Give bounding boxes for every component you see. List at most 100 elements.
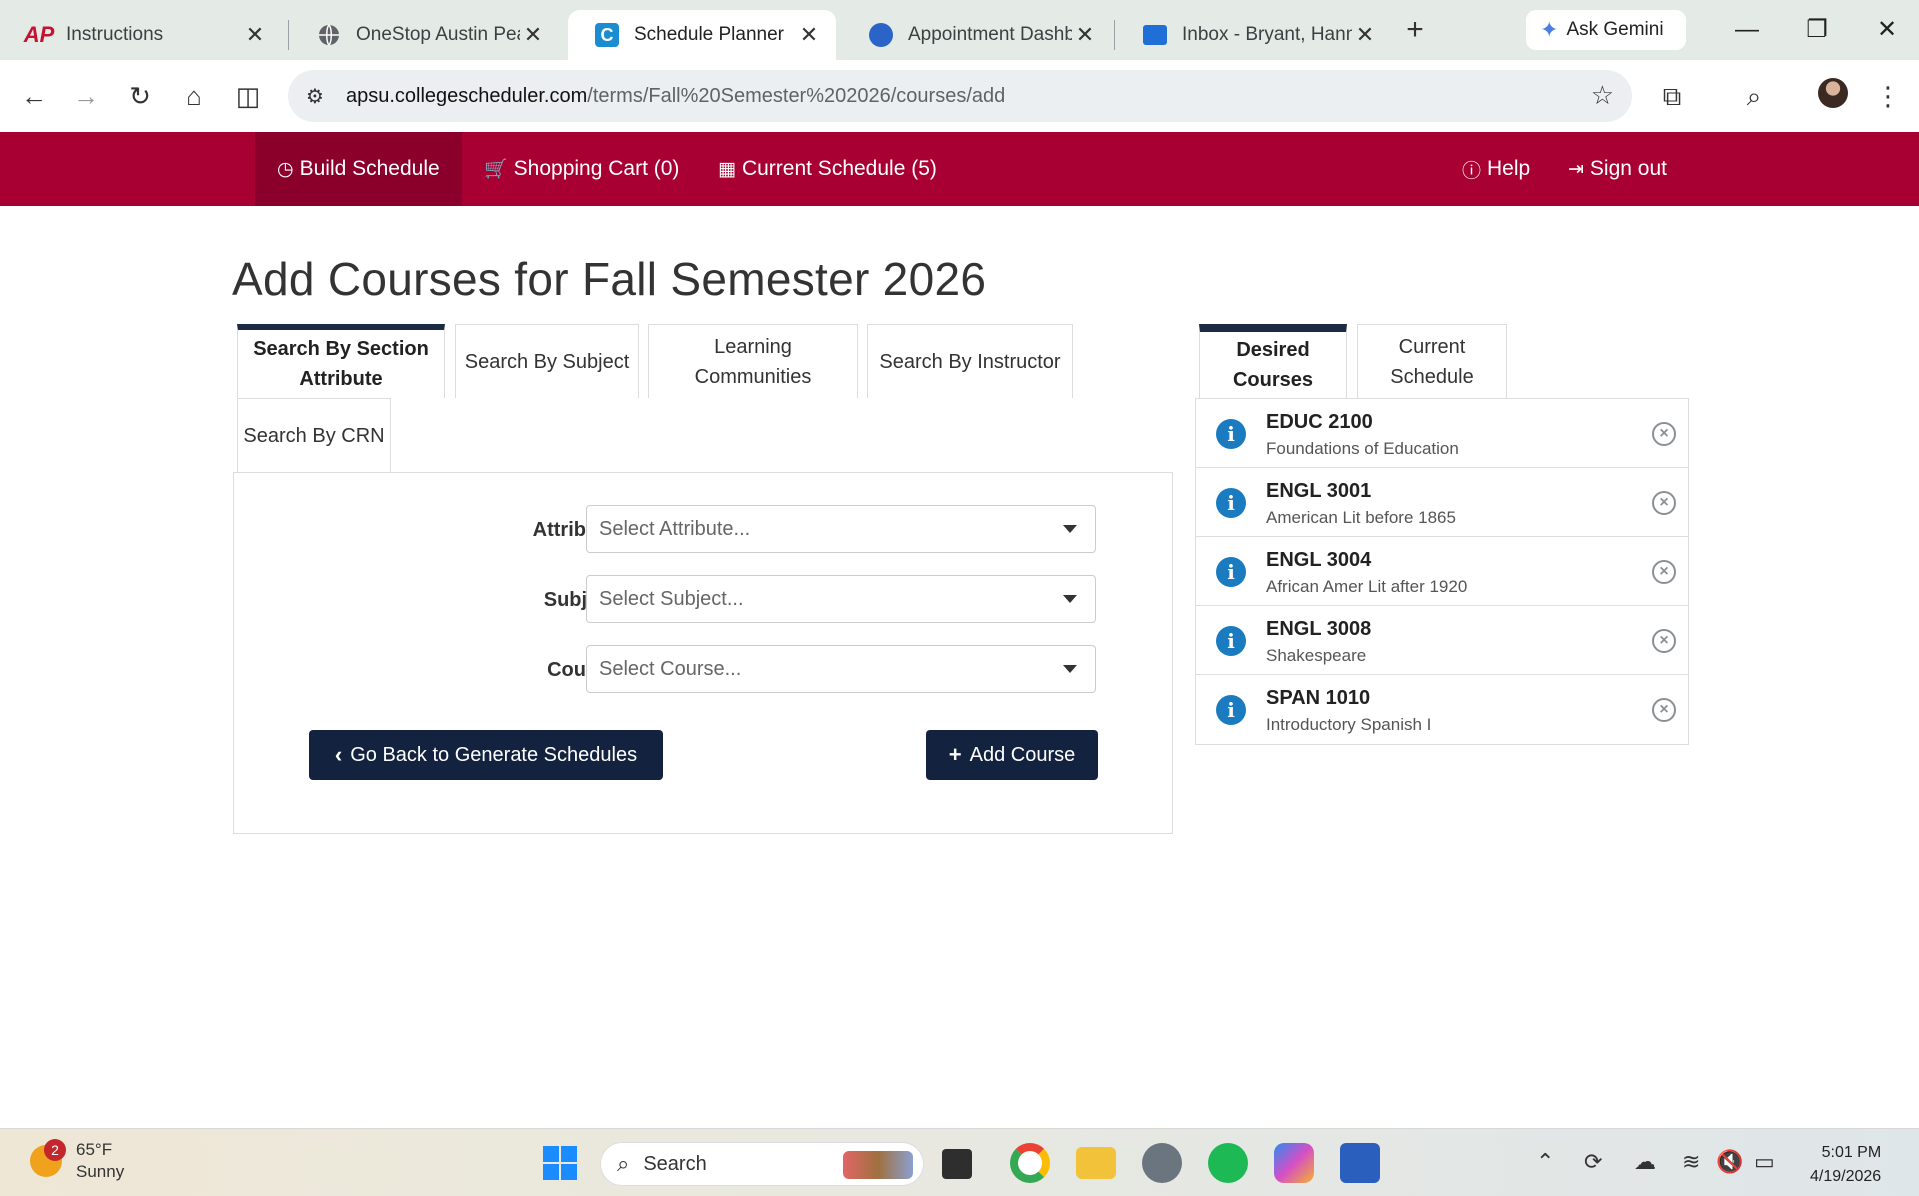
- search-icon: ⌕: [617, 1151, 630, 1176]
- ask-gemini-button[interactable]: ✦ Ask Gemini: [1526, 10, 1686, 50]
- back-arrow-icon[interactable]: ←: [14, 76, 54, 116]
- close-tab-icon[interactable]: ✕: [1072, 22, 1098, 48]
- battery-icon[interactable]: ▭: [1754, 1149, 1775, 1175]
- cloud-icon[interactable]: ☁: [1634, 1149, 1656, 1175]
- copilot-icon[interactable]: [1274, 1143, 1314, 1183]
- windows-start-icon[interactable]: [540, 1143, 580, 1183]
- chevron-left-icon: ‹: [334, 742, 343, 767]
- cart-icon: 🛒: [484, 159, 508, 180]
- chevron-up-icon[interactable]: ⌃: [1536, 1149, 1554, 1175]
- task-view-icon[interactable]: [942, 1149, 972, 1179]
- remove-circle-icon[interactable]: ×: [1652, 422, 1676, 446]
- close-tab-icon[interactable]: ✕: [520, 22, 546, 48]
- add-course-button[interactable]: + Add Course: [926, 730, 1098, 780]
- chrome-icon[interactable]: [1010, 1143, 1050, 1183]
- list-item: i SPAN 1010 Introductory Spanish I ×: [1196, 675, 1688, 744]
- page-title: Add Courses for Fall Semester 2026: [232, 253, 987, 305]
- reload-icon[interactable]: ↻: [120, 76, 160, 116]
- wifi-icon[interactable]: ≋: [1682, 1149, 1700, 1175]
- weather-widget[interactable]: 2 65°F Sunny: [30, 1139, 124, 1183]
- browser-tab-appointment[interactable]: Appointment Dashbo ✕: [842, 10, 1112, 60]
- list-item: i EDUC 2100 Foundations of Education ×: [1196, 399, 1688, 468]
- profile-avatar[interactable]: [1818, 78, 1848, 108]
- tab-divider: [288, 20, 289, 50]
- settings-gear-icon[interactable]: [1142, 1143, 1182, 1183]
- list-item: i ENGL 3008 Shakespeare ×: [1196, 606, 1688, 675]
- clock-icon: ◷: [277, 158, 294, 180]
- tab-search-by-subject[interactable]: Search By Subject: [455, 324, 639, 398]
- close-window-icon[interactable]: ✕: [1862, 8, 1912, 52]
- tab-current-schedule[interactable]: Current Schedule: [1357, 324, 1507, 398]
- close-tab-icon[interactable]: ✕: [1352, 22, 1378, 48]
- browser-tab-strip: AP Instructions ✕ OneStop Austin Peay ✕ …: [0, 0, 1919, 60]
- plus-icon: +: [948, 742, 962, 767]
- browser-tab-schedule-planner[interactable]: C Schedule Planner ✕: [568, 10, 836, 60]
- address-bar[interactable]: ⚙ apsu.collegescheduler.com/terms/Fall%2…: [288, 70, 1632, 122]
- info-icon[interactable]: i: [1216, 557, 1246, 587]
- remove-circle-icon[interactable]: ×: [1652, 491, 1676, 515]
- app-nav-bar: ◷ Build Schedule 🛒 Shopping Cart (0) ▦ C…: [0, 132, 1919, 206]
- search-highlight-icon: [843, 1151, 913, 1179]
- forward-arrow-icon[interactable]: →: [66, 76, 106, 116]
- help-icon: ⓘ: [1462, 160, 1482, 182]
- gemini-sparkle-icon: ✦: [1540, 17, 1559, 42]
- outlook-icon: [1142, 22, 1168, 48]
- course-select[interactable]: Select Course...: [586, 645, 1096, 693]
- info-icon[interactable]: i: [1216, 626, 1246, 656]
- close-tab-icon[interactable]: ✕: [796, 22, 822, 48]
- subject-select[interactable]: Select Subject...: [586, 575, 1096, 623]
- collegescheduler-icon: C: [594, 22, 620, 48]
- browser-tab-inbox[interactable]: Inbox - Bryant, Hanna ✕: [1116, 10, 1392, 60]
- tab-search-by-instructor[interactable]: Search By Instructor: [867, 324, 1073, 398]
- nav-help[interactable]: ⓘ Help: [1440, 132, 1552, 206]
- browser-tab-instructions[interactable]: AP Instructions ✕: [0, 10, 282, 60]
- tab-search-by-crn[interactable]: Search By CRN: [237, 398, 391, 472]
- extensions-icon[interactable]: ⧉: [1652, 76, 1692, 116]
- spotify-icon[interactable]: [1208, 1143, 1248, 1183]
- bookmark-star-icon[interactable]: ☆: [1591, 80, 1614, 111]
- close-tab-icon[interactable]: ✕: [242, 22, 268, 48]
- globe-icon: [316, 22, 342, 48]
- speaker-muted-icon[interactable]: 🔇: [1716, 1149, 1743, 1175]
- appointment-icon: [868, 22, 894, 48]
- search-form-panel: Attribute Select Attribute... Subject Se…: [233, 472, 1173, 834]
- nav-sign-out[interactable]: ⇥ Sign out: [1546, 132, 1689, 206]
- list-item: i ENGL 3001 American Lit before 1865 ×: [1196, 468, 1688, 537]
- windows-taskbar: 2 65°F Sunny ⌕ Search ⌃ ⟳ ☁ ≋ 🔇 ▭ 5:01 P…: [0, 1128, 1919, 1196]
- caret-down-icon: [1063, 665, 1077, 673]
- taskbar-search[interactable]: ⌕ Search: [600, 1142, 924, 1186]
- menu-kebab-icon[interactable]: ⋮: [1868, 76, 1908, 116]
- nav-build-schedule[interactable]: ◷ Build Schedule: [255, 132, 462, 206]
- new-tab-button[interactable]: +: [1398, 14, 1432, 48]
- browser-toolbar: ← → ↻ ⌂ ◫ ⚙ apsu.collegescheduler.com/te…: [0, 60, 1919, 132]
- site-settings-icon[interactable]: ⚙: [306, 84, 336, 109]
- tab-learning-communities[interactable]: Learning Communities: [648, 324, 858, 398]
- tab-search-by-section-attribute[interactable]: Search By Section Attribute: [237, 324, 445, 398]
- go-back-button[interactable]: ‹ Go Back to Generate Schedules: [309, 730, 663, 780]
- info-icon[interactable]: i: [1216, 419, 1246, 449]
- sync-icon[interactable]: ⟳: [1584, 1149, 1602, 1175]
- tab-desired-courses[interactable]: Desired Courses: [1199, 324, 1347, 398]
- system-clock[interactable]: 5:01 PM 4/19/2026: [1810, 1141, 1881, 1189]
- remove-circle-icon[interactable]: ×: [1652, 560, 1676, 584]
- split-view-icon[interactable]: ◫: [228, 76, 268, 116]
- nav-current-schedule[interactable]: ▦ Current Schedule (5): [696, 132, 959, 206]
- file-explorer-icon[interactable]: [1076, 1147, 1116, 1179]
- word-icon[interactable]: [1340, 1143, 1380, 1183]
- info-icon[interactable]: i: [1216, 695, 1246, 725]
- sign-out-icon: ⇥: [1568, 158, 1584, 180]
- restore-icon[interactable]: ❐: [1792, 8, 1842, 52]
- desired-courses-list: i EDUC 2100 Foundations of Education × i…: [1195, 398, 1689, 745]
- caret-down-icon: [1063, 525, 1077, 533]
- info-icon[interactable]: i: [1216, 488, 1246, 518]
- remove-circle-icon[interactable]: ×: [1652, 629, 1676, 653]
- nav-shopping-cart[interactable]: 🛒 Shopping Cart (0): [462, 132, 701, 206]
- ap-logo-icon: AP: [23, 22, 55, 47]
- attribute-select[interactable]: Select Attribute...: [586, 505, 1096, 553]
- calendar-icon: ▦: [718, 158, 736, 180]
- tab-search-icon[interactable]: ⌕: [1734, 76, 1774, 116]
- home-icon[interactable]: ⌂: [174, 76, 214, 116]
- browser-tab-onestop[interactable]: OneStop Austin Peay ✕: [290, 10, 560, 60]
- minimize-icon[interactable]: —: [1722, 8, 1772, 52]
- remove-circle-icon[interactable]: ×: [1652, 698, 1676, 722]
